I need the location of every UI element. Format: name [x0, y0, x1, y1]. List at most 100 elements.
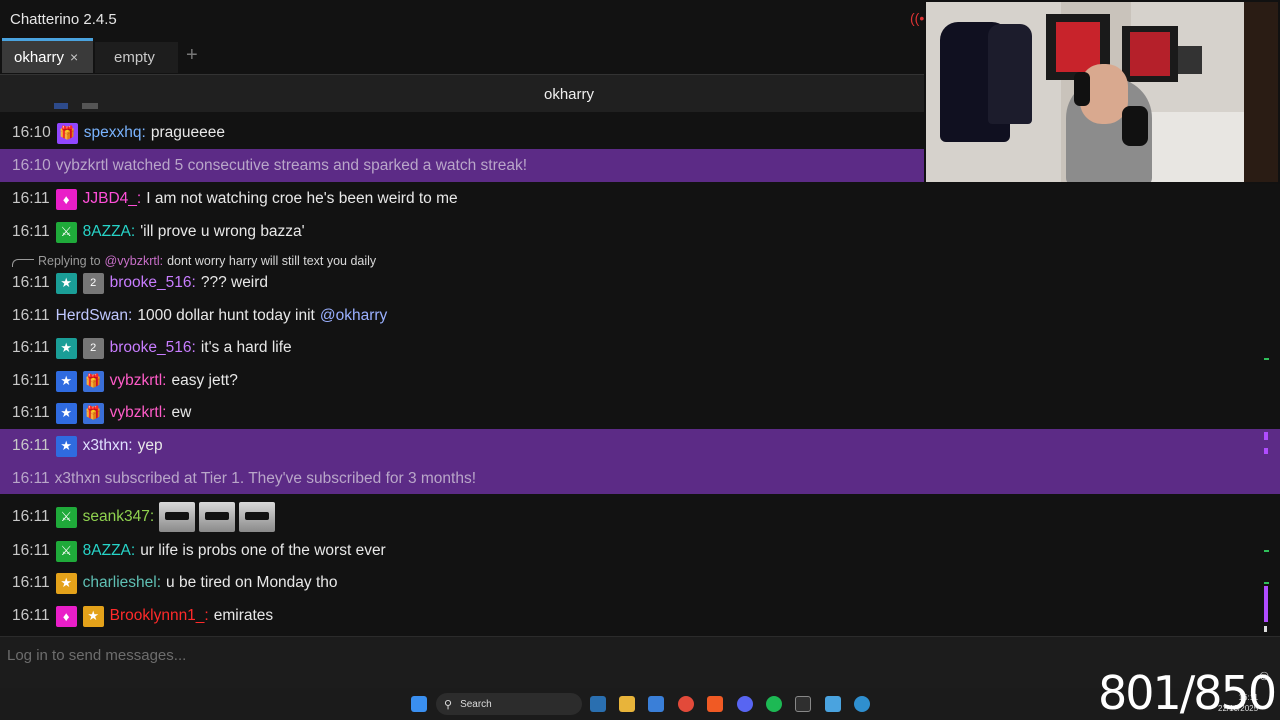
steam-icon[interactable] [590, 696, 606, 712]
username[interactable]: 8AZZA: [83, 542, 136, 560]
photos-icon[interactable] [648, 696, 664, 712]
timestamp: 16:11 [12, 607, 50, 624]
message-text: pragueeee [150, 124, 225, 141]
star-badge-icon[interactable]: ★ [55, 370, 77, 392]
moderator-sword-icon[interactable]: ⚔ [55, 540, 77, 562]
chat-message[interactable]: 16:11 ★ charlieshel: u be tired on Monda… [0, 568, 1280, 598]
search-label: Search [460, 698, 492, 710]
reply-context[interactable]: Replying to @vybzkrtl: dont worry harry … [12, 254, 376, 268]
chat-message[interactable]: 16:11 ★ 🎁 vybzkrtl: easy jett? [0, 366, 1280, 396]
terminal-icon[interactable] [795, 696, 811, 712]
webcam-background [1178, 46, 1202, 74]
notepad-icon[interactable] [825, 696, 841, 712]
scrollbar-thumb[interactable] [1264, 586, 1268, 622]
message-text: ??? weird [200, 274, 269, 291]
emote-image[interactable] [159, 502, 196, 532]
moderator-sword-icon[interactable]: ⚔ [55, 506, 77, 528]
chat-message[interactable]: 16:11 ★ 2 brooke_516: it's a hard life [0, 333, 1280, 363]
username[interactable]: Brooklynnn1_: [110, 607, 209, 625]
chrome-icon[interactable] [678, 696, 694, 712]
subscription-notice: 16:11 x3thxn subscribed at Tier 1. They'… [0, 463, 1280, 494]
reply-curve-icon [12, 259, 34, 267]
scrollbar-marker [1264, 358, 1269, 360]
star-badge-icon[interactable]: ★ [55, 572, 77, 594]
close-icon[interactable]: × [70, 49, 78, 65]
chat-message[interactable]: 16:11 ⚔ 8AZZA: 'ill prove u wrong bazza' [0, 217, 1280, 247]
sub-gift-badge-icon[interactable]: 2 [82, 337, 104, 359]
title-bar: Chatterino 2.4.5 ((•)) [0, 0, 934, 38]
add-tab-icon[interactable]: + [186, 44, 198, 67]
webcam-background [988, 24, 1032, 124]
webcam-background [1244, 2, 1278, 182]
username[interactable]: vybzkrtl: [110, 404, 167, 422]
username[interactable]: brooke_516: [110, 339, 196, 357]
star-badge-icon[interactable]: ★ [55, 272, 77, 294]
star-badge-icon[interactable]: ★ [82, 605, 104, 627]
chat-message[interactable]: 16:11 ⚔ 8AZZA: ur life is probs one of t… [0, 536, 1280, 566]
chatterino-icon[interactable] [854, 696, 870, 712]
username[interactable]: seank347: [83, 508, 155, 526]
mention-link[interactable]: @okharry [320, 307, 387, 325]
reply-text: dont worry harry will still text you dai… [167, 254, 377, 268]
username[interactable]: HerdSwan: [56, 307, 133, 325]
chat-message[interactable]: 16:11 ♦ ★ Brooklynnn1_: emirates [0, 601, 1280, 631]
emote-image[interactable] [239, 502, 276, 532]
gem-badge-icon[interactable]: ♦ [55, 605, 77, 627]
gift-badge-icon[interactable]: 🎁 [82, 370, 104, 392]
timestamp: 16:11 [12, 339, 50, 356]
gift-badge-icon[interactable]: 🎁 [56, 122, 78, 144]
chat-messages[interactable]: 16:10 🎁 spexxhq: pragueeee 16:10 vybzkrt… [0, 103, 1280, 636]
message-text: easy jett? [171, 372, 238, 389]
username[interactable]: x3thxn: [83, 437, 133, 455]
scrollbar-marker [1264, 448, 1268, 454]
tab-label: okharry [14, 48, 65, 66]
username[interactable]: vybzkrtl: [110, 372, 167, 390]
chat-message[interactable]: 16:11 ♦ JJBD4_: I am not watching croe h… [0, 184, 1280, 214]
username[interactable]: spexxhq: [84, 124, 146, 142]
message-text: I am not watching croe he's been weird t… [146, 190, 458, 207]
timestamp: 16:11 [12, 404, 50, 421]
chat-message[interactable]: 16:11 HerdSwan: 1000 dollar hunt today i… [0, 301, 1280, 331]
message-text: 'ill prove u wrong bazza' [140, 223, 305, 240]
gem-badge-icon[interactable]: ♦ [55, 188, 77, 210]
username[interactable]: JJBD4_: [83, 190, 142, 208]
chat-message-highlighted[interactable]: 16:11 ★ x3thxn: yep [0, 429, 1280, 463]
stream-counter-overlay: 801/850 [1098, 666, 1277, 720]
reply-target[interactable]: @vybzkrtl: [105, 254, 164, 268]
chat-message[interactable]: 16:11 ⚔ seank347: [0, 500, 1280, 534]
taskbar: ⚲ Search 16:11 22/10/2025 [0, 688, 1280, 720]
emote-image[interactable] [199, 502, 236, 532]
headphones-icon [1074, 72, 1090, 106]
star-badge-icon[interactable]: ★ [55, 337, 77, 359]
system-message: x3thxn subscribed at Tier 1. They've sub… [54, 469, 477, 487]
gift-badge-icon[interactable]: 🎁 [82, 402, 104, 424]
timestamp: 16:11 [12, 574, 50, 591]
star-badge-icon[interactable]: ★ [55, 402, 77, 424]
file-explorer-icon[interactable] [619, 696, 635, 712]
brave-icon[interactable] [707, 696, 723, 712]
username[interactable]: charlieshel: [83, 574, 161, 592]
cut-off-badge [54, 103, 68, 109]
scrollbar-marker [1264, 626, 1267, 632]
timestamp: 16:11 [12, 542, 50, 559]
tab-empty[interactable]: empty [95, 42, 178, 73]
scrollbar-marker [1264, 582, 1269, 584]
chat-message[interactable]: 16:11 ★ 2 brooke_516: ??? weird [0, 268, 1280, 298]
chat-message[interactable]: 16:11 ★ 🎁 vybzkrtl: ew [0, 398, 1280, 428]
moderator-sword-icon[interactable]: ⚔ [55, 221, 77, 243]
timestamp: 16:11 [12, 223, 50, 240]
system-message: vybzkrtl watched 5 consecutive streams a… [55, 156, 528, 174]
taskbar-search[interactable]: ⚲ Search [436, 693, 582, 715]
webcam-background [1130, 32, 1170, 76]
spotify-icon[interactable] [766, 696, 782, 712]
sub-gift-badge-icon[interactable]: 2 [82, 272, 104, 294]
discord-icon[interactable] [737, 696, 753, 712]
star-badge-icon[interactable]: ★ [55, 435, 77, 457]
search-icon: ⚲ [444, 698, 453, 711]
message-input[interactable]: Log in to send messages... ☺ [0, 636, 1280, 688]
username[interactable]: 8AZZA: [83, 223, 136, 241]
message-text: emirates [213, 607, 274, 624]
username[interactable]: brooke_516: [110, 274, 196, 292]
tab-okharry[interactable]: okharry × [2, 38, 93, 73]
windows-start-icon[interactable] [411, 696, 427, 712]
